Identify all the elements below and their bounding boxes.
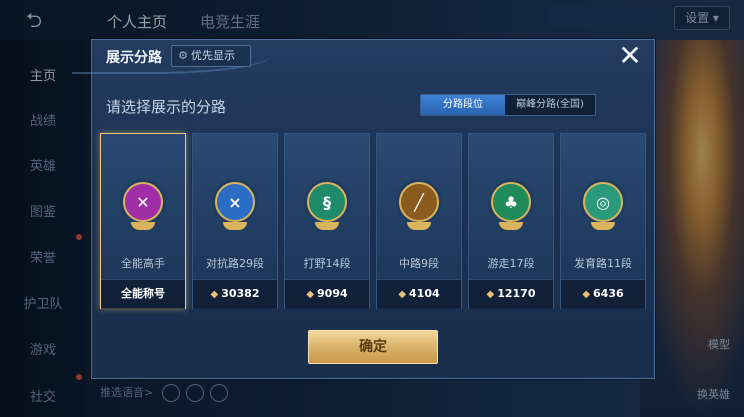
close-icon[interactable]: ✕ <box>616 42 644 71</box>
lane-card-roam[interactable]: ♣ 游走17段 ◆ 12170 <box>468 133 554 309</box>
points-icon: ◆ <box>486 289 495 300</box>
lane-card-allround[interactable]: ✕ 全能高手 全能称号 <box>100 133 186 309</box>
farm-lane-emblem-icon: ◎ <box>580 179 626 230</box>
lane-rank-label: 对抗路29段 <box>206 257 264 270</box>
lane-card-footer: ◆ 6436 <box>561 279 645 309</box>
priority-display-button[interactable]: ⚙ 优先显示 <box>171 45 251 67</box>
lane-card-footer: ◆ 9094 <box>285 279 369 309</box>
lane-card-clash[interactable]: ⨯ 对抗路29段 ◆ 30382 <box>192 133 278 309</box>
lane-card-farm[interactable]: ◎ 发育路11段 ◆ 6436 <box>560 133 646 309</box>
lane-rank-label: 游走17段 <box>487 257 535 270</box>
dialog-subtitle: 请选择展示的分路 <box>106 98 227 116</box>
lane-rank-label: 打野14段 <box>303 257 351 270</box>
jungle-emblem-icon: § <box>304 179 350 230</box>
confirm-button[interactable]: 确定 <box>308 330 438 364</box>
allround-emblem-icon: ✕ <box>120 179 166 230</box>
lane-card-footer: ◆ 12170 <box>469 279 553 309</box>
points-icon: ◆ <box>582 289 591 300</box>
dialog-title: 展示分路 <box>106 50 162 66</box>
lane-mode-toggle: 分路段位 巅峰分路(全国) <box>420 94 596 116</box>
lane-rank-label: 全能高手 <box>121 257 165 270</box>
lane-card-footer: ◆ 4104 <box>377 279 461 309</box>
lane-card-jungle[interactable]: § 打野14段 ◆ 9094 <box>284 133 370 309</box>
tab-peak-lane[interactable]: 巅峰分路(全国) <box>505 95 595 115</box>
display-lane-dialog: 展示分路 ⚙ 优先显示 ✕ 请选择展示的分路 分路段位 巅峰分路(全国) ✕ 全能… <box>72 39 655 379</box>
lane-card-mid[interactable]: ╱ 中路9段 ◆ 4104 <box>376 133 462 309</box>
gear-icon: ⚙ <box>178 49 188 62</box>
lane-rank-label: 发育路11段 <box>574 257 632 270</box>
lane-rank-label: 中路9段 <box>399 257 439 270</box>
points-icon: ◆ <box>210 289 219 300</box>
roam-emblem-icon: ♣ <box>488 179 534 230</box>
tab-lane-rank[interactable]: 分路段位 <box>421 95 505 115</box>
clash-lane-emblem-icon: ⨯ <box>212 179 258 230</box>
lane-card-footer: ◆ 30382 <box>193 279 277 309</box>
points-icon: ◆ <box>398 289 407 300</box>
mid-lane-emblem-icon: ╱ <box>396 179 442 230</box>
lane-card-footer: 全能称号 <box>101 279 185 309</box>
points-icon: ◆ <box>306 289 315 300</box>
